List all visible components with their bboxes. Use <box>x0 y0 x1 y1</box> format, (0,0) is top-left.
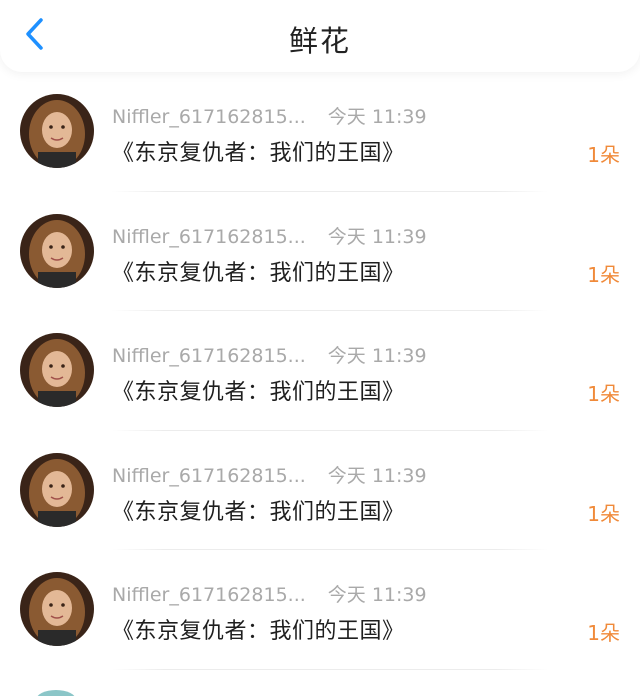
avatar[interactable] <box>36 690 76 696</box>
flower-list: Niffler_617162815... 今天 11:39 《东京复仇者：我们的王… <box>0 72 640 670</box>
flower-count: 1朵 <box>587 382 620 406</box>
list-item[interactable]: Niffler_617162815... 今天 11:39 《东京复仇者：我们的王… <box>0 430 640 550</box>
avatar[interactable] <box>20 452 94 527</box>
work-title[interactable]: 《东京复仇者：我们的王国》 <box>112 135 405 167</box>
divider <box>112 668 548 670</box>
item-meta: Niffler_617162815... 今天 11:39 <box>112 461 427 488</box>
timestamp: 今天 11:39 <box>327 345 427 367</box>
username[interactable]: Niffler_617162815... <box>112 226 306 248</box>
username[interactable]: Niffler_617162815... <box>112 106 306 128</box>
list-item[interactable]: Niffler_617162815... 今天 11:39 《东京复仇者：我们的王… <box>0 311 640 431</box>
timestamp: 今天 11:39 <box>327 584 427 606</box>
list-item[interactable]: Niffler_617162815... 今天 11:39 《东京复仇者：我们的王… <box>0 191 640 311</box>
flower-count: 1朵 <box>587 262 620 287</box>
username[interactable]: Niffler_617162815... <box>112 465 306 487</box>
top-bar: 鲜花 <box>0 0 640 72</box>
list-item[interactable]: Niffler_617162815... 今天 11:39 《东京复仇者：我们的王… <box>0 72 640 192</box>
work-title[interactable]: 《东京复仇者：我们的王国》 <box>112 374 405 406</box>
timestamp: 今天 11:39 <box>327 464 427 487</box>
list-item[interactable]: Niffler_617162815... 今天 11:39 《东京复仇者：我们的王… <box>0 550 640 670</box>
flower-count: 1朵 <box>587 143 620 167</box>
timestamp: 今天 11:39 <box>327 106 427 128</box>
username[interactable]: Niffler_617162815... <box>112 345 306 367</box>
work-title[interactable]: 《东京复仇者：我们的王国》 <box>112 255 405 287</box>
avatar[interactable] <box>20 213 94 288</box>
flowers-page: 鲜花 Niffler_617162815... 今天 11:39 《东京复仇者：我… <box>0 0 640 696</box>
work-title[interactable]: 《东京复仇者：我们的王国》 <box>112 613 405 645</box>
item-meta: Niffler_617162815... 今天 11:39 <box>112 102 427 129</box>
avatar[interactable] <box>20 94 94 168</box>
item-meta: Niffler_617162815... 今天 11:39 <box>112 580 427 607</box>
work-title[interactable]: 《东京复仇者：我们的王国》 <box>112 494 405 526</box>
timestamp: 今天 11:39 <box>327 225 427 248</box>
item-meta: Niffler_617162815... 今天 11:39 <box>112 341 427 368</box>
avatar[interactable] <box>20 333 94 407</box>
page-title: 鲜花 <box>288 24 351 58</box>
username[interactable]: Niffler_617162815... <box>112 584 306 606</box>
avatar[interactable] <box>20 572 94 646</box>
item-meta: Niffler_617162815... 今天 11:39 <box>112 222 427 249</box>
flower-count: 1朵 <box>587 621 620 645</box>
flower-count: 1朵 <box>587 501 620 526</box>
